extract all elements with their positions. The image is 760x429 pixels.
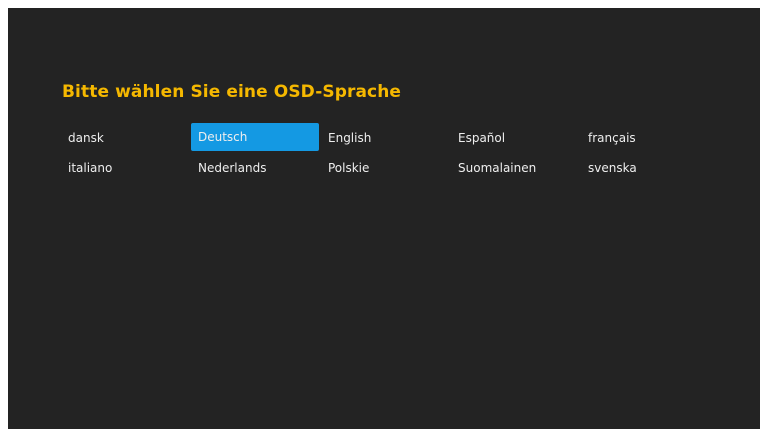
osd-screen: Bitte wählen Sie eine OSD-Sprache dansk … <box>8 8 760 429</box>
page-title: Bitte wählen Sie eine OSD-Sprache <box>62 82 402 102</box>
language-option-suomalainen[interactable]: Suomalainen <box>451 153 581 183</box>
language-option-dansk[interactable]: dansk <box>61 123 191 153</box>
language-option-espanol[interactable]: Español <box>451 123 581 153</box>
language-option-francais[interactable]: français <box>581 123 711 153</box>
language-option-nederlands[interactable]: Nederlands <box>191 153 321 183</box>
language-option-svenska[interactable]: svenska <box>581 153 711 183</box>
language-option-italiano[interactable]: italiano <box>61 153 191 183</box>
language-option-polskie[interactable]: Polskie <box>321 153 451 183</box>
language-option-deutsch[interactable]: Deutsch <box>191 123 319 151</box>
language-grid: dansk Deutsch English Español français i… <box>61 123 711 183</box>
language-option-english[interactable]: English <box>321 123 451 153</box>
